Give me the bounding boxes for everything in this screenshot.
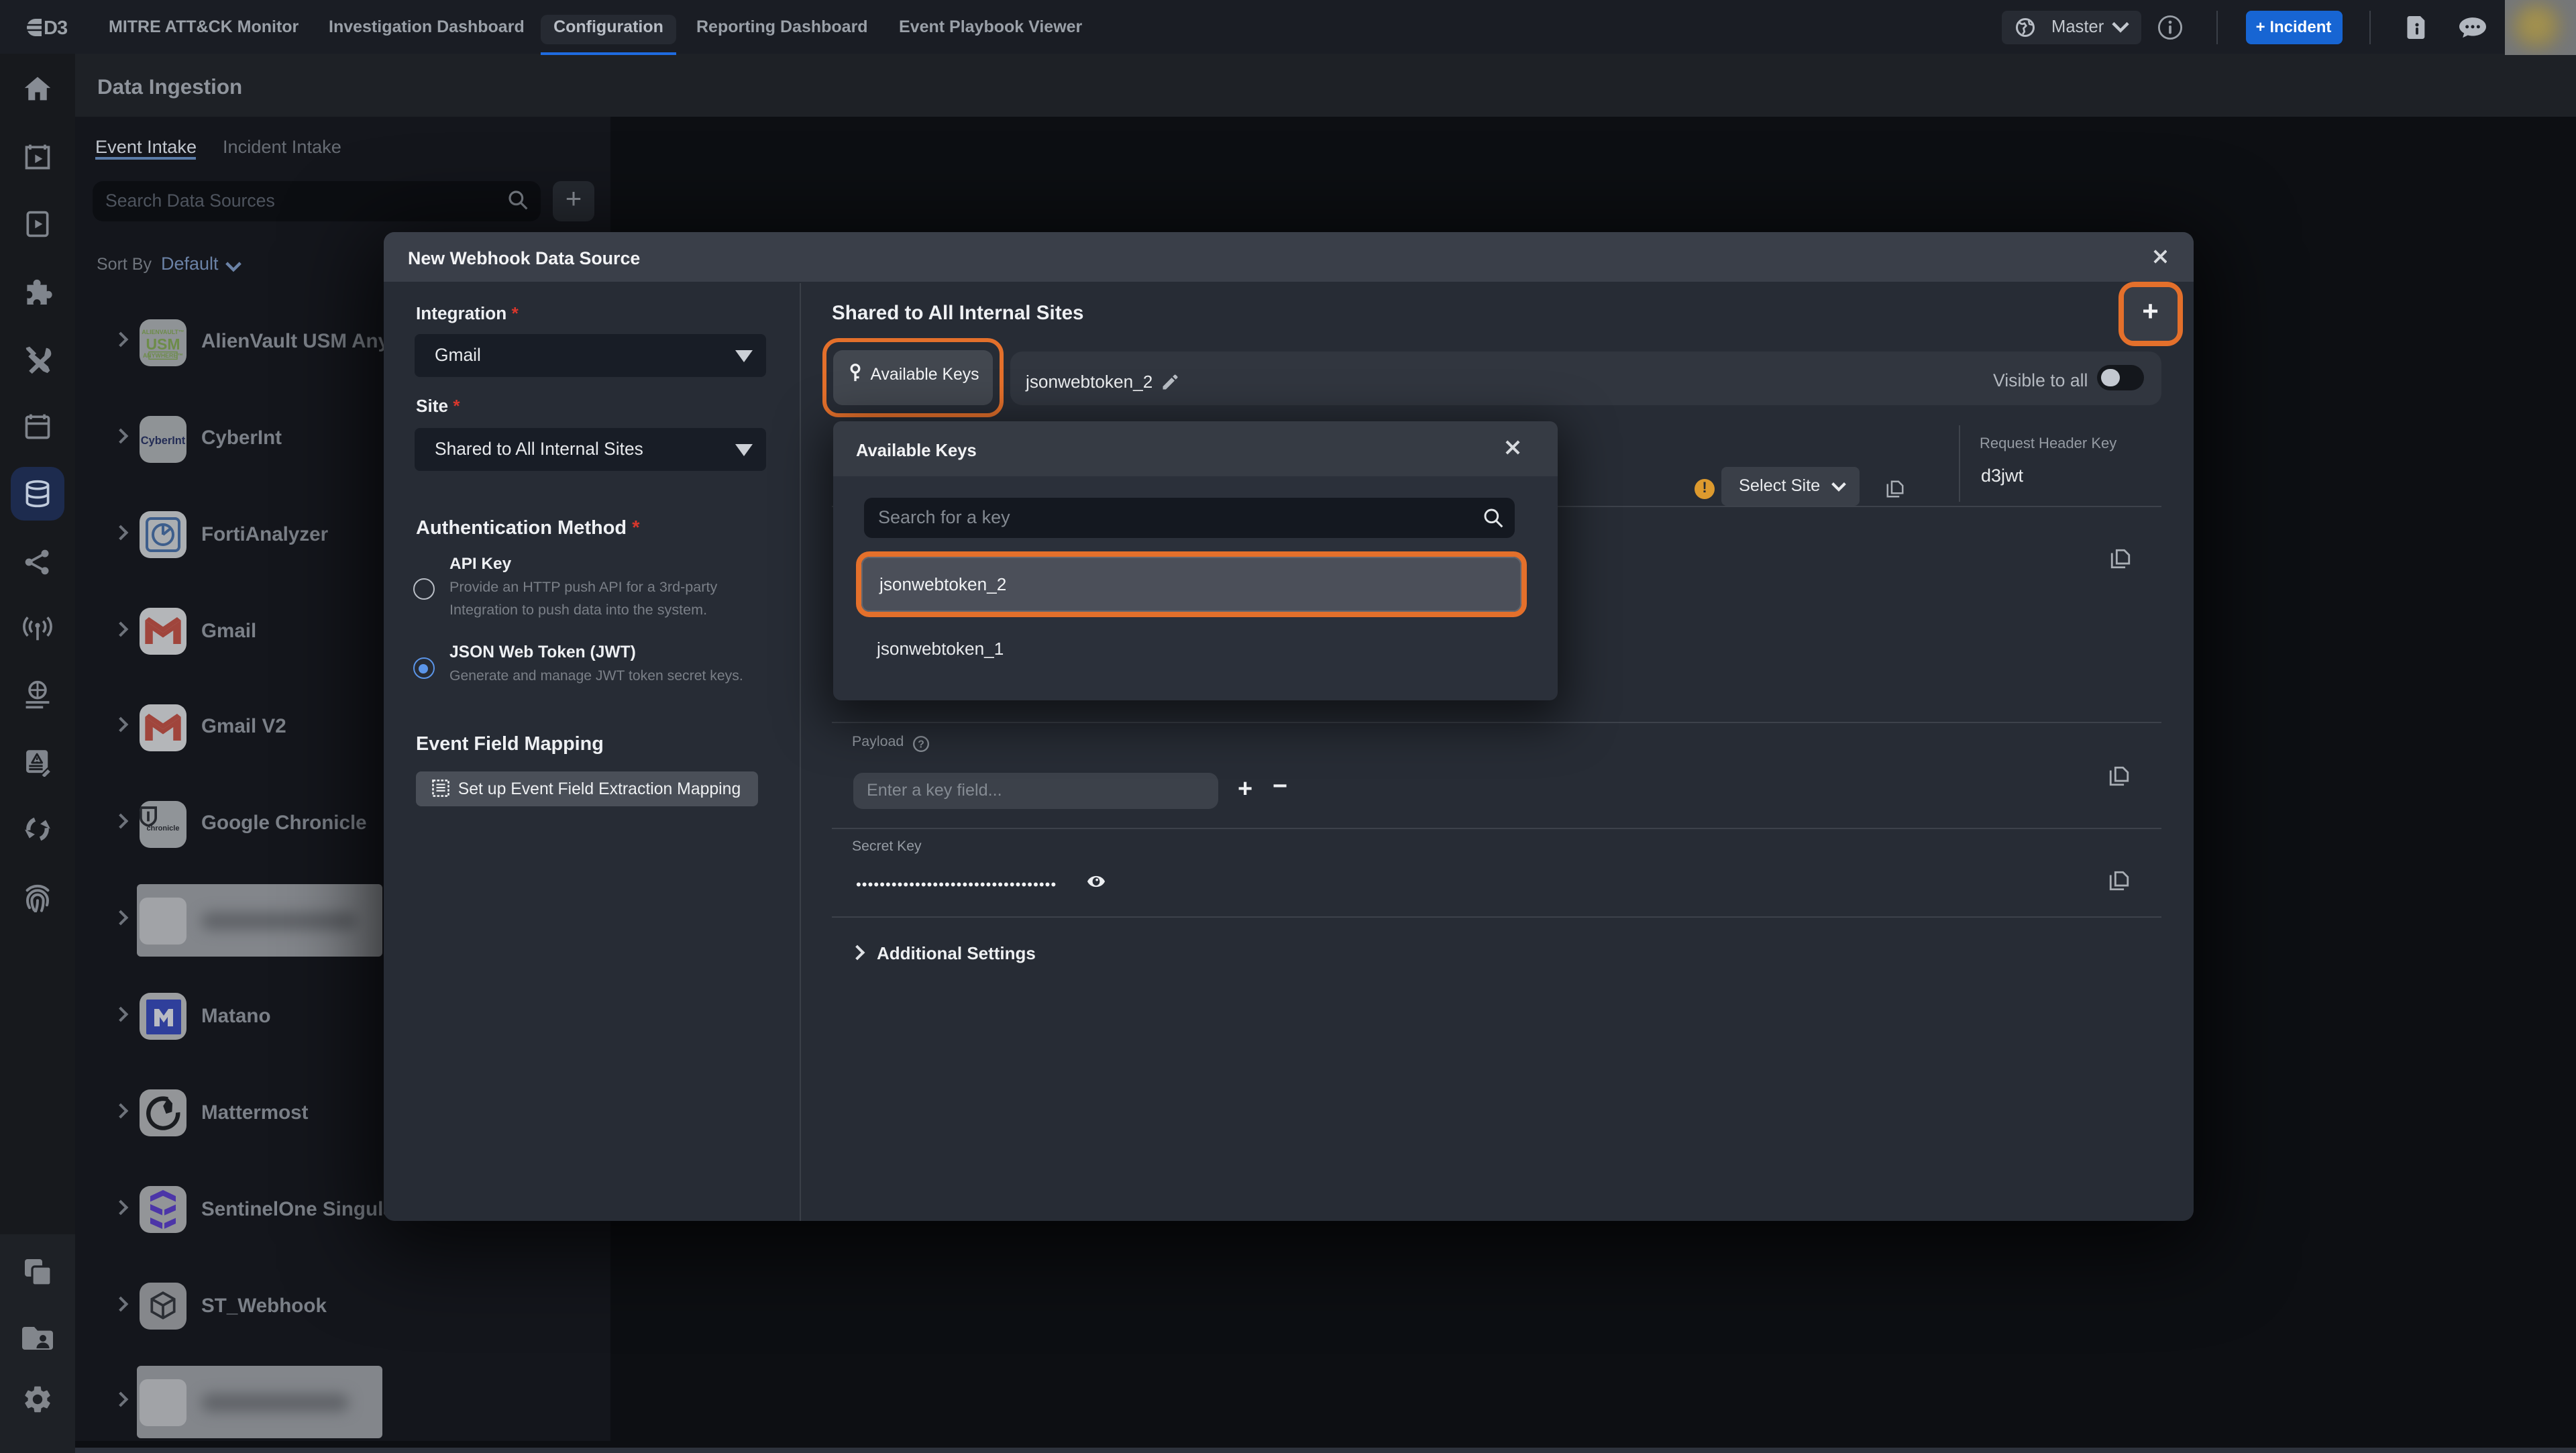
svg-text:D3: D3 bbox=[44, 18, 68, 36]
svg-text:USM: USM bbox=[146, 335, 180, 352]
svg-text:ALIENVAULT™: ALIENVAULT™ bbox=[142, 328, 184, 335]
svg-text:?: ? bbox=[917, 739, 924, 750]
svg-text:CyberInt: CyberInt bbox=[141, 434, 186, 446]
